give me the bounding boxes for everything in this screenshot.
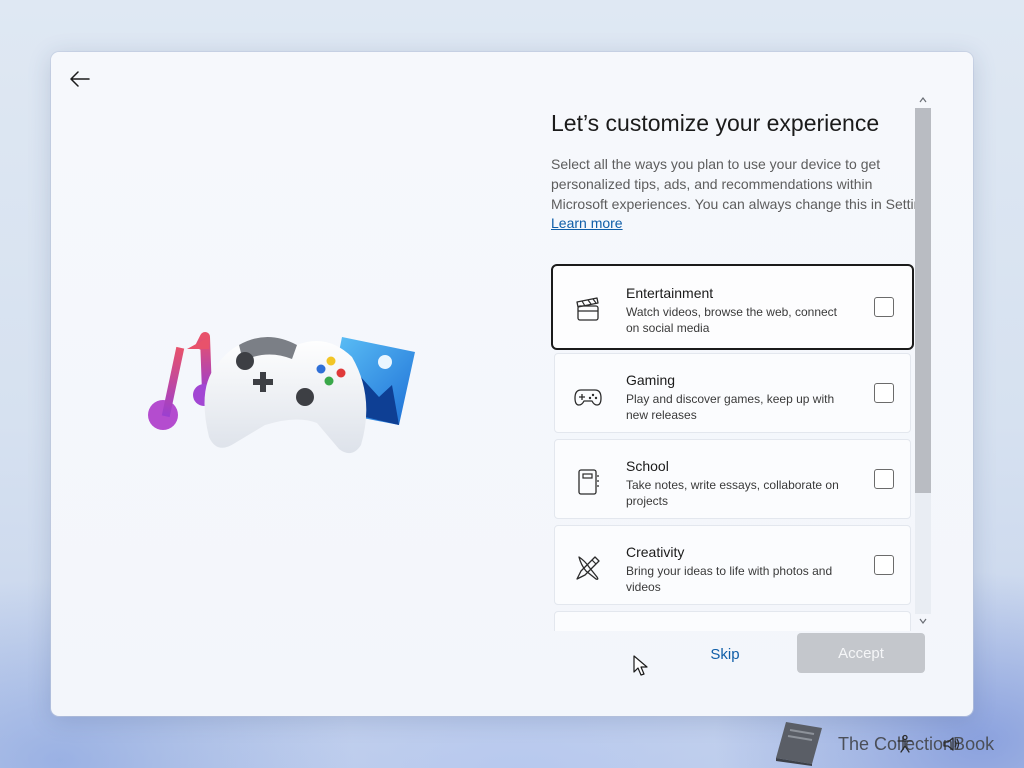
scroll-down-arrow-icon[interactable] (918, 616, 928, 626)
option-desc-line: on social media (626, 321, 710, 335)
options-scrollbar[interactable] (914, 92, 932, 630)
option-card-creativity[interactable]: Creativity Bring your ideas to life with… (554, 525, 911, 605)
description-line: personalized tips, ads, and recommendati… (551, 176, 873, 192)
option-name: Entertainment (626, 285, 714, 301)
learn-more-link[interactable]: Learn more (551, 215, 623, 231)
page-title: Let’s customize your experience (551, 110, 880, 136)
volume-icon[interactable] (942, 734, 962, 754)
option-card-gaming[interactable]: Gaming Play and discover games, keep up … (554, 353, 911, 433)
option-name: Creativity (626, 544, 685, 560)
book-logo-icon (776, 722, 822, 766)
option-card-school[interactable]: School Take notes, write essays, collabo… (554, 439, 911, 519)
option-desc-line: videos (626, 580, 661, 594)
option-description: Play and discover games, keep up with ne… (626, 391, 856, 423)
option-card-partial[interactable] (554, 611, 911, 631)
hero-illustration (148, 332, 415, 454)
option-card-entertainment[interactable]: Entertainment Watch videos, browse the w… (551, 264, 914, 350)
school-checkbox[interactable] (874, 469, 894, 489)
option-desc-line: Take notes, write essays, collaborate on (626, 478, 839, 492)
option-desc-line: new releases (626, 408, 697, 422)
gamepad-illustration (204, 337, 367, 454)
skip-button[interactable]: Skip (685, 636, 765, 672)
entertainment-checkbox[interactable] (874, 297, 894, 317)
option-description: Bring your ideas to life with photos and… (626, 563, 856, 595)
music-note-icon (148, 332, 215, 430)
description-line: Select all the ways you plan to use your… (551, 156, 881, 172)
option-desc-line: projects (626, 494, 669, 508)
accept-button[interactable]: Accept (797, 633, 925, 673)
description-line: Microsoft experiences. You can always ch… (551, 196, 917, 212)
scroll-up-arrow-icon[interactable] (918, 95, 928, 105)
notebook-icon (578, 469, 599, 495)
option-desc-line: Bring your ideas to life with photos and (626, 564, 833, 578)
mouse-cursor-icon (633, 655, 648, 676)
option-description: Watch videos, browse the web, connect on… (626, 304, 856, 336)
options-list: Entertainment Watch videos, browse the w… (551, 264, 914, 631)
back-arrow-icon (70, 71, 90, 87)
creativity-checkbox[interactable] (874, 555, 894, 575)
option-desc-line: Play and discover games, keep up with (626, 392, 835, 406)
accessibility-icon[interactable] (895, 734, 915, 754)
option-desc-line: Watch videos, browse the web, connect (626, 305, 837, 319)
option-description: Take notes, write essays, collaborate on… (626, 477, 856, 509)
gamepad-icon (574, 389, 602, 406)
option-name: School (626, 458, 669, 474)
brush-pencil-icon (576, 556, 600, 580)
clapperboard-icon (576, 297, 599, 321)
watermark-text: The CollectionBook (838, 734, 995, 754)
scroll-thumb[interactable] (915, 108, 931, 493)
back-button[interactable] (65, 66, 95, 92)
page-description: Select all the ways you plan to use your… (551, 154, 917, 214)
setup-dialog: Let’s customize your experience Select a… (51, 52, 973, 716)
gaming-checkbox[interactable] (874, 383, 894, 403)
option-name: Gaming (626, 372, 676, 388)
